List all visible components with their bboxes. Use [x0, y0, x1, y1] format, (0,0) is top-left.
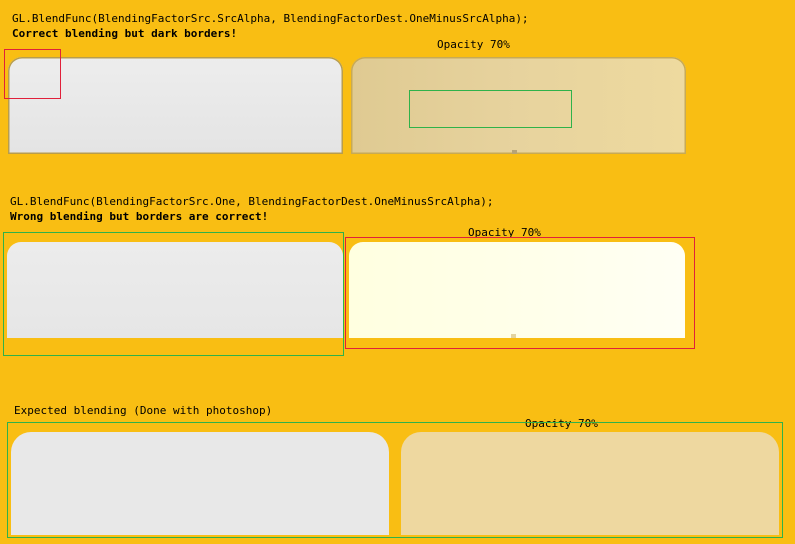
section2-transparent-highlight [345, 237, 695, 349]
section1-caption: Correct blending but dark borders! [12, 27, 238, 40]
section1-inner-highlight [409, 90, 572, 128]
section2-opaque-highlight [3, 232, 344, 356]
section3-caption: Expected blending (Done with photoshop) [14, 404, 273, 417]
section3-group-highlight [7, 422, 783, 538]
section1-code: GL.BlendFunc(BlendingFactorSrc.SrcAlpha,… [12, 12, 529, 25]
section1-corner-highlight [4, 49, 61, 99]
section2-code: GL.BlendFunc(BlendingFactorSrc.One, Blen… [10, 195, 494, 208]
section2-caption: Wrong blending but borders are correct! [10, 210, 269, 223]
section1-opacity-label: Opacity 70% [437, 38, 510, 51]
section1-resize-handle [512, 150, 517, 154]
